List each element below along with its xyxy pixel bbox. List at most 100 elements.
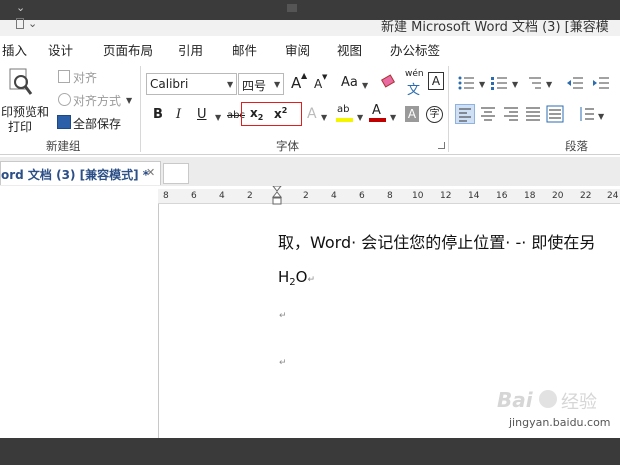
font-color-bar bbox=[369, 118, 386, 122]
chevron-down-icon[interactable]: ▼ bbox=[215, 113, 221, 122]
char-shading-button[interactable]: A bbox=[405, 106, 419, 122]
indent-marker-icon[interactable] bbox=[271, 185, 283, 206]
watermark-url: jingyan.baidu.com bbox=[509, 416, 611, 429]
document-line-1[interactable]: 取，Word· 会记住您的停止位置· -· 即使在另 bbox=[278, 229, 595, 253]
font-size-select[interactable]: 四号 ▼ bbox=[238, 73, 284, 95]
distribute-icon[interactable] bbox=[546, 105, 564, 123]
ribbon-tabs: 插入 设计 页面布局 引用 邮件 审阅 视图 办公标签 bbox=[0, 36, 620, 63]
highlight-text: ab bbox=[337, 104, 350, 115]
ruler-tick: 12 bbox=[440, 191, 452, 201]
ruler-tick: 24 bbox=[607, 191, 619, 201]
change-case-button[interactable]: Aa bbox=[341, 75, 358, 90]
close-tab-icon[interactable]: ✕ bbox=[146, 166, 155, 179]
font-name-value: Calibri bbox=[150, 77, 189, 91]
chevron-down-icon[interactable]: ▼ bbox=[126, 96, 132, 105]
ruler-tick: 8 bbox=[387, 191, 393, 201]
save-all-button[interactable]: 全部保存 bbox=[73, 115, 121, 132]
group-divider bbox=[140, 66, 141, 152]
chevron-down-icon[interactable]: ▼ bbox=[357, 113, 363, 122]
h2o-h: H bbox=[278, 268, 290, 286]
baidu-watermark: Bai 经验 jingyan.baidu.com bbox=[497, 384, 617, 434]
tab-mailings[interactable]: 邮件 bbox=[232, 40, 257, 59]
tab-references[interactable]: 引用 bbox=[178, 40, 203, 59]
highlight-button[interactable]: ab bbox=[336, 102, 354, 124]
multilevel-list-icon[interactable] bbox=[525, 76, 541, 90]
h2o-line[interactable]: H2O↵ bbox=[278, 268, 315, 288]
chevron-down-icon[interactable]: ▼ bbox=[546, 80, 552, 89]
ruler-tick: 2 bbox=[303, 191, 309, 201]
char-border-button[interactable]: A bbox=[428, 72, 444, 90]
phonetic-bottom: 文 bbox=[407, 83, 421, 98]
grow-font-button[interactable]: A bbox=[291, 74, 301, 92]
print-preview-label-2[interactable]: 打印 bbox=[8, 118, 32, 135]
font-dialog-launcher-icon[interactable] bbox=[438, 142, 445, 149]
bullets-icon[interactable] bbox=[458, 76, 474, 90]
paw-icon bbox=[539, 390, 557, 408]
align-center-icon[interactable] bbox=[480, 106, 496, 122]
tab-insert[interactable]: 插入 bbox=[2, 40, 27, 59]
increase-indent-icon[interactable] bbox=[593, 76, 609, 90]
font-color-button[interactable]: A bbox=[369, 102, 387, 124]
ruler-tick: 4 bbox=[331, 191, 337, 201]
ruler-tick: 16 bbox=[496, 191, 508, 201]
page-left-edge bbox=[158, 204, 159, 438]
decrease-indent-icon[interactable] bbox=[567, 76, 583, 90]
align-right-icon[interactable] bbox=[503, 106, 519, 122]
horizontal-ruler[interactable]: 8 6 4 2 2 4 6 8 10 12 14 16 18 20 22 24 bbox=[158, 185, 620, 206]
superscript-button[interactable]: x2 bbox=[274, 106, 287, 121]
chevron-down-icon[interactable]: ▼ bbox=[390, 113, 396, 122]
underline-button[interactable]: U bbox=[197, 107, 207, 122]
paragraph-mark: ↵ bbox=[307, 275, 316, 285]
chevron-down-icon[interactable]: ▼ bbox=[321, 113, 327, 122]
customize-quick-access-icon[interactable]: ⌄ bbox=[28, 17, 37, 30]
chevron-down-icon[interactable]: ▼ bbox=[227, 80, 233, 89]
ruler-tick: 4 bbox=[219, 191, 225, 201]
chevron-down-icon[interactable]: ▼ bbox=[479, 80, 485, 89]
tab-office-tabs[interactable]: 办公标签 bbox=[390, 40, 440, 59]
align-left-button[interactable] bbox=[455, 104, 475, 124]
empty-paragraph-mark: ↵ bbox=[279, 311, 287, 321]
superscript-sup: 2 bbox=[281, 106, 288, 115]
chevron-down-icon[interactable]: ▼ bbox=[274, 80, 280, 89]
h2o-o: O bbox=[295, 268, 308, 286]
ruler-tick: 14 bbox=[468, 191, 480, 201]
save-all-icon bbox=[57, 115, 71, 129]
text-effects-button[interactable]: A bbox=[307, 106, 317, 122]
tab-design[interactable]: 设计 bbox=[48, 40, 73, 59]
print-preview-icon[interactable] bbox=[8, 68, 34, 98]
justify-icon[interactable] bbox=[525, 106, 541, 122]
shrink-font-button[interactable]: A bbox=[314, 77, 322, 91]
subscript-button[interactable]: x2 bbox=[250, 106, 263, 122]
chevron-down-icon[interactable]: ▼ bbox=[362, 81, 368, 90]
chevron-down-icon[interactable]: ▼ bbox=[598, 112, 604, 121]
group-divider bbox=[448, 66, 449, 152]
watermark-brand-tail: 经验 bbox=[561, 392, 597, 413]
enclose-char-button[interactable]: 字 bbox=[426, 106, 443, 123]
new-tab-button[interactable] bbox=[163, 163, 189, 184]
align-mode-icon bbox=[58, 93, 71, 106]
font-name-select[interactable]: Calibri ▼ bbox=[146, 73, 237, 95]
align-button[interactable]: 对齐 bbox=[73, 69, 97, 86]
grow-arrow-icon: ▲ bbox=[301, 71, 308, 80]
ruler-tick: 8 bbox=[163, 191, 169, 201]
phonetic-top: wén bbox=[405, 69, 424, 79]
quick-access-dropdown-icon[interactable]: ⌄ bbox=[16, 1, 25, 14]
align-icon bbox=[58, 70, 70, 83]
document-tab-label[interactable]: ord 文档 (3) [兼容模式] * bbox=[1, 166, 149, 183]
tab-view[interactable]: 视图 bbox=[337, 40, 362, 59]
line-spacing-icon[interactable] bbox=[578, 106, 594, 122]
numbering-icon[interactable] bbox=[491, 76, 507, 90]
tab-page-layout[interactable]: 页面布局 bbox=[103, 40, 153, 59]
bold-button[interactable]: B bbox=[153, 107, 163, 122]
align-mode-button[interactable]: 对齐方式 bbox=[73, 92, 121, 109]
tab-review[interactable]: 审阅 bbox=[285, 40, 310, 59]
document-tab[interactable]: ord 文档 (3) [兼容模式] * ✕ bbox=[0, 161, 161, 185]
ruler-tick: 6 bbox=[359, 191, 365, 201]
quick-access-icon[interactable] bbox=[16, 18, 24, 29]
italic-button[interactable]: I bbox=[176, 107, 181, 122]
clear-format-icon[interactable] bbox=[380, 74, 397, 88]
phonetic-guide-button[interactable]: wén 文 bbox=[404, 69, 424, 98]
font-group-label: 字体 bbox=[276, 139, 299, 153]
chevron-down-icon[interactable]: ▼ bbox=[512, 80, 518, 89]
superscript-base: x bbox=[274, 107, 282, 121]
